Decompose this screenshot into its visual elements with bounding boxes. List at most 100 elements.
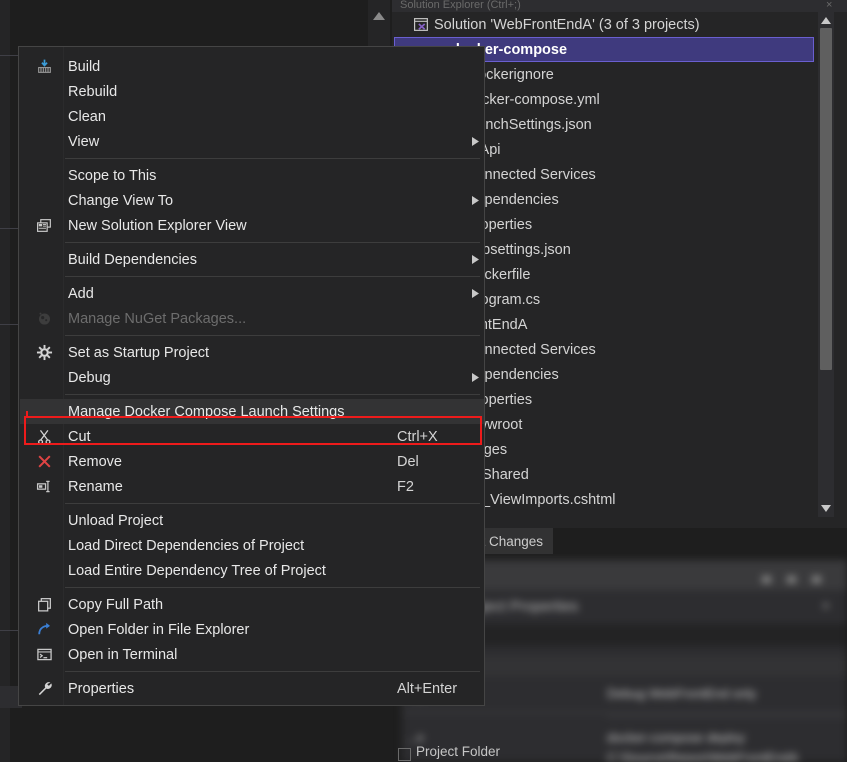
menu-item-scope-to-this[interactable]: Scope to This	[20, 163, 484, 188]
tree-item-label: docker-compose.yml	[466, 92, 600, 108]
menu-item-add[interactable]: Add	[20, 281, 484, 306]
menu-item-label: Unload Project	[68, 508, 163, 533]
menu-item-label: Rebuild	[68, 79, 117, 104]
scrollbar-up-arrow-icon[interactable]	[818, 12, 834, 28]
properties-row-value-0[interactable]: Debug WebFrontEnd only	[607, 686, 756, 701]
menu-separator	[65, 242, 480, 243]
menu-item-label: Clean	[68, 104, 106, 129]
menu-item-label: View	[68, 129, 99, 154]
remove-x-icon	[32, 449, 56, 474]
menu-item-manage-nuget-packages: Manage NuGet Packages...	[20, 306, 484, 331]
menu-item-clean[interactable]: Clean	[20, 104, 484, 129]
menu-item-label: Load Entire Dependency Tree of Project	[68, 558, 326, 583]
highlight-tick	[26, 411, 28, 416]
submenu-arrow-icon	[470, 281, 480, 306]
scissors-icon	[32, 424, 56, 449]
tree-item-label: Shared	[482, 467, 529, 483]
scrollbar-thumb[interactable]	[820, 28, 832, 370]
properties-row-value-2[interactable]: C:\Source\Repos\WebFrontEndA	[607, 750, 798, 762]
wrench-icon	[32, 676, 56, 701]
menu-item-change-view-to[interactable]: Change View To	[20, 188, 484, 213]
properties-toolbar-button-2[interactable]	[787, 576, 796, 583]
menu-item-open-folder-in-file-explorer[interactable]: Open Folder in File Explorer	[20, 617, 484, 642]
rename-icon	[32, 474, 56, 499]
menu-item-view[interactable]: View	[20, 129, 484, 154]
tree-item-label: _ViewImports.cshtml	[482, 492, 616, 508]
menu-item-set-as-startup-project[interactable]: Set as Startup Project	[20, 340, 484, 365]
menu-item-label: Remove	[68, 449, 122, 474]
solution-icon	[412, 16, 430, 33]
submenu-arrow-icon	[470, 188, 480, 213]
menu-item-label: Open Folder in File Explorer	[68, 617, 249, 642]
menu-item-rebuild[interactable]: Rebuild	[20, 79, 484, 104]
submenu-arrow-icon	[470, 129, 480, 154]
tree-item-label: Solution 'WebFrontEndA' (3 of 3 projects…	[434, 17, 700, 33]
menu-separator	[65, 503, 480, 504]
menu-item-load-entire-dependency-tree-of-project[interactable]: Load Entire Dependency Tree of Project	[20, 558, 484, 583]
menu-separator	[65, 158, 480, 159]
menu-separator	[65, 587, 480, 588]
project-folder-checkbox[interactable]	[398, 748, 411, 761]
menu-item-label: Manage NuGet Packages...	[68, 306, 246, 331]
open-folder-arrow-icon	[32, 617, 56, 642]
solution-explorer-title: Solution Explorer (Ctrl+;)	[400, 0, 700, 12]
menu-item-label: Build	[68, 54, 100, 79]
menu-item-manage-docker-compose-launch-settings[interactable]: Manage Docker Compose Launch Settings	[20, 399, 484, 424]
scrollbar-down-arrow-icon[interactable]	[818, 500, 834, 516]
menu-item-build[interactable]: Build	[20, 54, 484, 79]
menu-item-shortcut: Alt+Enter	[397, 676, 457, 701]
submenu-arrow-icon	[470, 247, 480, 272]
menu-item-debug[interactable]: Debug	[20, 365, 484, 390]
menu-item-label: New Solution Explorer View	[68, 213, 247, 238]
submenu-arrow-icon	[470, 365, 480, 390]
project-folder-label: Project Folder	[416, 744, 500, 759]
properties-close-icon[interactable]: ×	[822, 598, 830, 613]
properties-row-value-1[interactable]: docker-compose deploy	[607, 730, 745, 745]
menu-separator	[65, 671, 480, 672]
menu-item-unload-project[interactable]: Unload Project	[20, 508, 484, 533]
menu-item-shortcut: Ctrl+X	[397, 424, 438, 449]
menu-item-label: Properties	[68, 676, 134, 701]
tree-item-label: Connected Services	[466, 167, 596, 183]
properties-divider-2	[607, 716, 847, 717]
properties-row-label-1: ...e	[406, 730, 424, 745]
menu-item-label: Scope to This	[68, 163, 156, 188]
menu-item-label: Set as Startup Project	[68, 340, 209, 365]
menu-item-properties[interactable]: Properties Alt+Enter	[20, 676, 484, 701]
menu-item-copy-full-path[interactable]: Copy Full Path	[20, 592, 484, 617]
properties-toolbar-button-3[interactable]	[812, 576, 821, 583]
build-icon	[32, 54, 56, 79]
menu-item-load-direct-dependencies-of-project[interactable]: Load Direct Dependencies of Project	[20, 533, 484, 558]
copy-icon	[32, 592, 56, 617]
tree-item-label: Connected Services	[466, 342, 596, 358]
tree-item-solution-webfrontenda-3-of-3-projects[interactable]: Solution 'WebFrontEndA' (3 of 3 projects…	[394, 12, 814, 37]
menu-item-shortcut: Del	[397, 449, 419, 474]
nuget-icon	[32, 306, 56, 331]
left-toolwindow-strip	[0, 0, 10, 762]
properties-divider	[402, 712, 847, 713]
menu-item-label: Change View To	[68, 188, 173, 213]
new-window-icon	[32, 213, 56, 238]
solution-explorer-context-menu[interactable]: BuildRebuildCleanView Scope to ThisChange…	[18, 46, 485, 706]
menu-item-label: Debug	[68, 365, 111, 390]
menu-item-open-in-terminal[interactable]: Open in Terminal	[20, 642, 484, 667]
menu-separator	[65, 276, 480, 277]
close-icon[interactable]: ×	[826, 0, 832, 12]
scroll-up-arrow-icon[interactable]	[370, 8, 388, 24]
left-panel-edge	[10, 0, 18, 762]
menu-separator	[65, 335, 480, 336]
menu-item-label: Cut	[68, 424, 91, 449]
terminal-icon	[32, 642, 56, 667]
menu-item-remove[interactable]: Remove Del	[20, 449, 484, 474]
menu-item-label: Manage Docker Compose Launch Settings	[68, 399, 344, 424]
menu-item-cut[interactable]: Cut Ctrl+X	[20, 424, 484, 449]
menu-item-shortcut: F2	[397, 474, 414, 499]
menu-item-build-dependencies[interactable]: Build Dependencies	[20, 247, 484, 272]
properties-toolbar-button-1[interactable]	[762, 576, 771, 583]
menu-item-label: Rename	[68, 474, 123, 499]
menu-item-new-solution-explorer-view[interactable]: New Solution Explorer View	[20, 213, 484, 238]
menu-item-rename[interactable]: Rename F2	[20, 474, 484, 499]
menu-item-label: Copy Full Path	[68, 592, 163, 617]
menu-item-label: Build Dependencies	[68, 247, 197, 272]
menu-item-label: Load Direct Dependencies of Project	[68, 533, 304, 558]
